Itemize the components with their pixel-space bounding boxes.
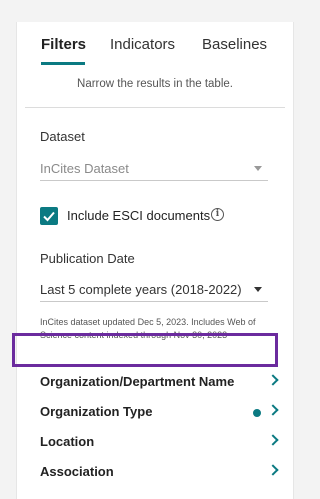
esci-checkbox-label[interactable]: Include ESCI documents: [67, 208, 210, 223]
publication-date-label: Publication Date: [40, 251, 135, 266]
chevron-right-icon: [267, 464, 279, 476]
active-tab-indicator: [41, 62, 85, 65]
filter-row-organization-type[interactable]: Organization Type: [40, 400, 285, 424]
filters-hint: Narrow the results in the table.: [77, 78, 233, 90]
filter-row-label: Organization/Department Name: [40, 374, 235, 389]
esci-checkbox[interactable]: [40, 207, 58, 225]
tab-indicators[interactable]: Indicators: [110, 36, 175, 53]
chevron-right-icon: [267, 404, 279, 416]
publication-date-value: Last 5 complete years (2018-2022): [40, 282, 242, 297]
info-icon[interactable]: i: [211, 208, 224, 221]
highlight-box: [12, 333, 278, 367]
filter-row-label: Organization Type: [40, 404, 153, 419]
filter-row-location[interactable]: Location: [40, 430, 285, 454]
filters-panel: Filters Indicators Baselines Narrow the …: [16, 22, 294, 499]
tab-baselines[interactable]: Baselines: [202, 36, 267, 53]
dataset-label: Dataset: [40, 129, 85, 144]
publication-date-select[interactable]: Last 5 complete years (2018-2022): [40, 280, 268, 302]
active-filter-dot-icon: [253, 409, 261, 417]
filter-row-organization-department-name[interactable]: Organization/Department Name: [40, 370, 285, 394]
caret-down-icon: [254, 166, 262, 171]
chevron-right-icon: [267, 434, 279, 446]
filter-row-label: Location: [40, 434, 95, 449]
chevron-right-icon: [267, 374, 279, 386]
filter-row-association[interactable]: Association: [40, 460, 285, 484]
tab-filters[interactable]: Filters: [41, 36, 86, 53]
dataset-select-value: InCites Dataset: [40, 161, 129, 176]
dataset-select[interactable]: InCites Dataset: [40, 159, 268, 181]
caret-down-icon: [254, 287, 262, 292]
checkmark-icon: [43, 211, 55, 222]
tab-bar: Filters Indicators Baselines: [17, 22, 293, 68]
filter-row-label: Association: [40, 464, 114, 479]
divider: [25, 107, 285, 108]
